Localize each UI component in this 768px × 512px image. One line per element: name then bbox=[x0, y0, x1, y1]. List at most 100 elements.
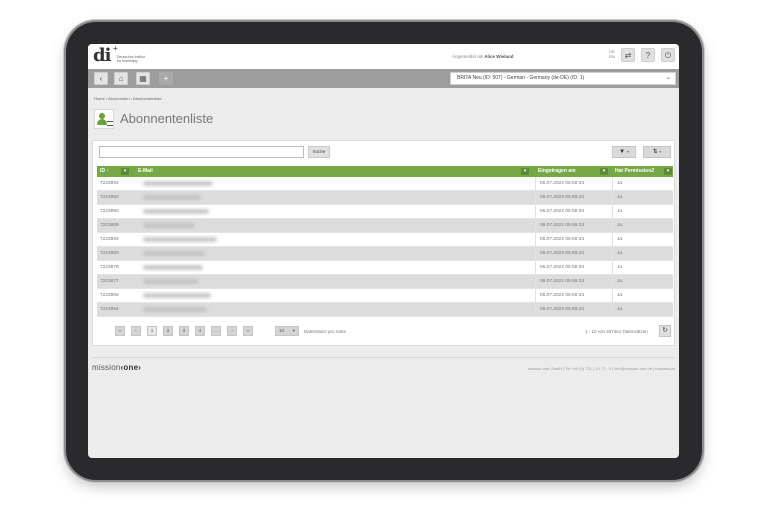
power-icon: ⏻ bbox=[664, 51, 672, 60]
add-button[interactable]: + bbox=[159, 72, 173, 85]
table-row[interactable]: 7223880 06.07.2022 05:59:33 Ja bbox=[97, 247, 673, 261]
filter-permission-icon[interactable]: ▾ bbox=[664, 168, 672, 175]
cell-id: 7223864 bbox=[100, 307, 119, 312]
per-page-select[interactable]: 10 ▾ bbox=[275, 326, 299, 336]
cell-id: 7223892 bbox=[100, 195, 119, 200]
nav-bar: ‹ ⌂ ▦ + BRITA Neu (ID: 507) - German - G… bbox=[88, 69, 679, 88]
table-row[interactable]: 7223877 06.07.2022 05:59:33 Ja bbox=[97, 275, 673, 289]
table-row[interactable]: 7223866 06.07.2022 05:59:33 Ja bbox=[97, 289, 673, 303]
back-button[interactable]: ‹ bbox=[94, 72, 108, 85]
first-page-button[interactable]: « bbox=[115, 326, 125, 336]
footer-brand-prefix: mission bbox=[92, 363, 121, 372]
column-separator bbox=[612, 261, 613, 274]
app-screen: di + Deutsches Institut für Marketing An… bbox=[88, 44, 679, 458]
last-page-button[interactable]: » bbox=[243, 326, 253, 336]
column-separator bbox=[612, 233, 613, 246]
cell-id: 7223880 bbox=[100, 251, 119, 256]
sort-caret-icon: ▾ bbox=[659, 149, 662, 154]
cell-id: 7223877 bbox=[100, 279, 119, 284]
cell-permission: Ja bbox=[617, 307, 623, 312]
filter-date-icon[interactable]: ▾ bbox=[600, 168, 608, 175]
filter-caret-icon: ▾ bbox=[626, 149, 629, 154]
column-separator bbox=[612, 205, 613, 218]
search-input[interactable] bbox=[99, 146, 304, 158]
column-separator bbox=[535, 205, 536, 218]
sync-button[interactable]: ⇄ bbox=[621, 48, 635, 62]
cell-email-redacted[interactable] bbox=[143, 223, 195, 228]
table-row[interactable]: 7223890 06.07.2022 05:59:33 Ja bbox=[97, 205, 673, 219]
grid-icon: ▦ bbox=[139, 74, 147, 83]
footer-info[interactable]: mission-one GmbH | Tel +49 (0) 731 | 20 … bbox=[528, 366, 675, 371]
cell-permission: Ja bbox=[617, 279, 623, 284]
language-switch[interactable]: DE EN bbox=[605, 49, 619, 59]
newsletter-selected-value: BRITA Neu (ID: 507) - German - Germany (… bbox=[457, 75, 585, 81]
table-row[interactable]: 7223894 06.07.2022 05:59:33 Ja bbox=[97, 177, 673, 191]
column-separator bbox=[535, 219, 536, 232]
table-row[interactable]: 7223878 06.07.2022 05:59:33 Ja bbox=[97, 261, 673, 275]
subscriber-panel: Suche ▼ ▾ ⇅ ▾ ID ↑ ▾ E-Mail ▾ Eingetrage… bbox=[92, 140, 675, 346]
chevron-left-icon: ‹ bbox=[99, 74, 103, 83]
cell-email-redacted[interactable] bbox=[143, 237, 217, 242]
column-separator bbox=[612, 275, 613, 288]
page-button-4[interactable]: 4 bbox=[195, 326, 205, 336]
table-row[interactable]: 7223892 06.07.2022 05:59:33 Ja bbox=[97, 191, 673, 205]
cell-email-redacted[interactable] bbox=[143, 293, 211, 298]
home-button[interactable]: ⌂ bbox=[114, 72, 128, 85]
column-separator bbox=[535, 177, 536, 190]
page-button-1[interactable]: 1 bbox=[147, 326, 157, 336]
cell-id: 7223884 bbox=[100, 237, 119, 242]
cell-permission: Ja bbox=[617, 209, 623, 214]
pagination: « ‹ 1 2 3 4 ... › » 10 ▾ Datensätze pro … bbox=[93, 323, 676, 343]
cell-date: 06.07.2022 05:59:33 bbox=[540, 223, 585, 228]
logged-in-text: Angemeldet als Alice Wieland bbox=[452, 54, 514, 59]
cell-email-redacted[interactable] bbox=[143, 209, 209, 214]
column-header-id[interactable]: ID ↑ bbox=[97, 166, 135, 177]
newsletter-select[interactable]: BRITA Neu (ID: 507) - German - Germany (… bbox=[450, 72, 676, 85]
table-row[interactable]: 7223864 06.07.2022 05:59:33 Ja bbox=[97, 303, 673, 317]
column-separator bbox=[612, 289, 613, 302]
refresh-button[interactable]: ↻ bbox=[659, 325, 671, 337]
filter-id-icon[interactable]: ▾ bbox=[121, 168, 129, 175]
page-title: Abonnentenliste bbox=[120, 111, 214, 126]
cell-email-redacted[interactable] bbox=[143, 251, 205, 256]
language-en[interactable]: EN bbox=[605, 54, 619, 59]
page-button-3[interactable]: 3 bbox=[179, 326, 189, 336]
app-logo[interactable]: di + Deutsches Institut für Marketing bbox=[93, 44, 153, 67]
logout-button[interactable]: ⏻ bbox=[661, 48, 675, 62]
cell-email-redacted[interactable] bbox=[143, 195, 201, 200]
refresh-icon: ↻ bbox=[662, 327, 668, 334]
cell-email-redacted[interactable] bbox=[143, 307, 207, 312]
logo-subtitle: Deutsches Institut für Marketing bbox=[117, 55, 145, 63]
table-row[interactable]: 7223889 06.07.2022 05:59:33 Ja bbox=[97, 219, 673, 233]
filter-button[interactable]: ▼ ▾ bbox=[612, 146, 636, 158]
help-button[interactable]: ? bbox=[641, 48, 655, 62]
cell-email-redacted[interactable] bbox=[143, 279, 199, 284]
search-button[interactable]: Suche bbox=[308, 146, 330, 158]
cell-date: 06.07.2022 05:59:33 bbox=[540, 195, 585, 200]
cell-id: 7223878 bbox=[100, 265, 119, 270]
cell-email-redacted[interactable] bbox=[143, 181, 213, 186]
cell-date: 06.07.2022 05:59:33 bbox=[540, 307, 585, 312]
filter-icon: ▼ bbox=[619, 149, 626, 155]
sync-icon: ⇄ bbox=[624, 51, 632, 60]
table-row[interactable]: 7223884 06.07.2022 05:59:33 Ja bbox=[97, 233, 673, 247]
cell-permission: Ja bbox=[617, 181, 623, 186]
cell-date: 06.07.2022 05:59:33 bbox=[540, 209, 585, 214]
logo-plus: + bbox=[113, 44, 118, 53]
column-separator bbox=[612, 191, 613, 204]
top-header: di + Deutsches Institut für Marketing An… bbox=[88, 44, 679, 69]
column-header-email[interactable]: E-Mail bbox=[135, 166, 535, 177]
cell-permission: Ja bbox=[617, 251, 623, 256]
cell-email-redacted[interactable] bbox=[143, 265, 203, 270]
column-separator bbox=[612, 177, 613, 190]
page-button-2[interactable]: 2 bbox=[163, 326, 173, 336]
sort-button[interactable]: ⇅ ▾ bbox=[643, 146, 671, 158]
filter-email-icon[interactable]: ▾ bbox=[521, 168, 529, 175]
prev-page-button[interactable]: ‹ bbox=[131, 326, 141, 336]
apps-button[interactable]: ▦ bbox=[136, 72, 150, 85]
record-count: 1 - 10 von 457461 Datensätzen bbox=[585, 329, 648, 334]
page-button-more[interactable]: ... bbox=[211, 326, 221, 336]
cell-permission: Ja bbox=[617, 195, 623, 200]
breadcrumb[interactable]: Home › Abonnenten › Abonnentenliste bbox=[94, 96, 162, 101]
next-page-button[interactable]: › bbox=[227, 326, 237, 336]
